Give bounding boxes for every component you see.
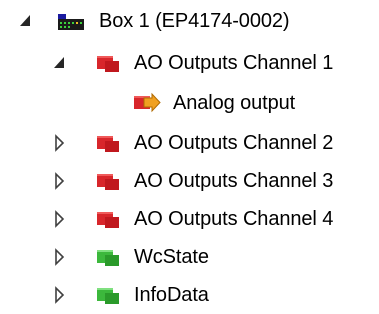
tree-item-label: Box 1 (EP4174-0002) bbox=[99, 10, 290, 32]
expanded-arrow-icon[interactable] bbox=[52, 44, 68, 82]
tree-item-label: AO Outputs Channel 1 bbox=[134, 52, 334, 74]
tree-item-analog-output[interactable]: Analog output bbox=[0, 84, 379, 122]
tree-item-wcstate[interactable]: WcState bbox=[0, 238, 379, 276]
green-module-icon bbox=[94, 276, 122, 314]
red-module-icon bbox=[94, 124, 122, 162]
tree-view: Box 1 (EP4174-0002) AO Outputs Channel 1… bbox=[0, 0, 379, 311]
box-device-icon bbox=[56, 2, 84, 40]
tree-item-infodata[interactable]: InfoData bbox=[0, 276, 379, 314]
tree-item-label: InfoData bbox=[134, 284, 209, 306]
tree-item-label: AO Outputs Channel 2 bbox=[134, 132, 334, 154]
analog-output-arrow-icon bbox=[132, 84, 161, 122]
red-module-icon bbox=[94, 162, 122, 200]
collapsed-arrow-icon[interactable] bbox=[52, 276, 68, 314]
tree-item-ao-channel-4[interactable]: AO Outputs Channel 4 bbox=[0, 200, 379, 238]
tree-item-box1[interactable]: Box 1 (EP4174-0002) bbox=[0, 2, 379, 40]
green-module-icon bbox=[94, 238, 122, 276]
collapsed-arrow-icon[interactable] bbox=[52, 124, 68, 162]
tree-item-ao-channel-1[interactable]: AO Outputs Channel 1 bbox=[0, 44, 379, 82]
tree-item-label: WcState bbox=[134, 246, 209, 268]
tree-item-ao-channel-2[interactable]: AO Outputs Channel 2 bbox=[0, 124, 379, 162]
collapsed-arrow-icon[interactable] bbox=[52, 162, 68, 200]
collapsed-arrow-icon[interactable] bbox=[52, 238, 68, 276]
tree-item-label: AO Outputs Channel 3 bbox=[134, 170, 334, 192]
tree-item-label: AO Outputs Channel 4 bbox=[134, 208, 334, 230]
red-module-icon bbox=[94, 44, 122, 82]
tree-item-label: Analog output bbox=[173, 92, 296, 114]
tree-item-ao-channel-3[interactable]: AO Outputs Channel 3 bbox=[0, 162, 379, 200]
collapsed-arrow-icon[interactable] bbox=[52, 200, 68, 238]
red-module-icon bbox=[94, 200, 122, 238]
expanded-arrow-icon[interactable] bbox=[18, 2, 34, 40]
